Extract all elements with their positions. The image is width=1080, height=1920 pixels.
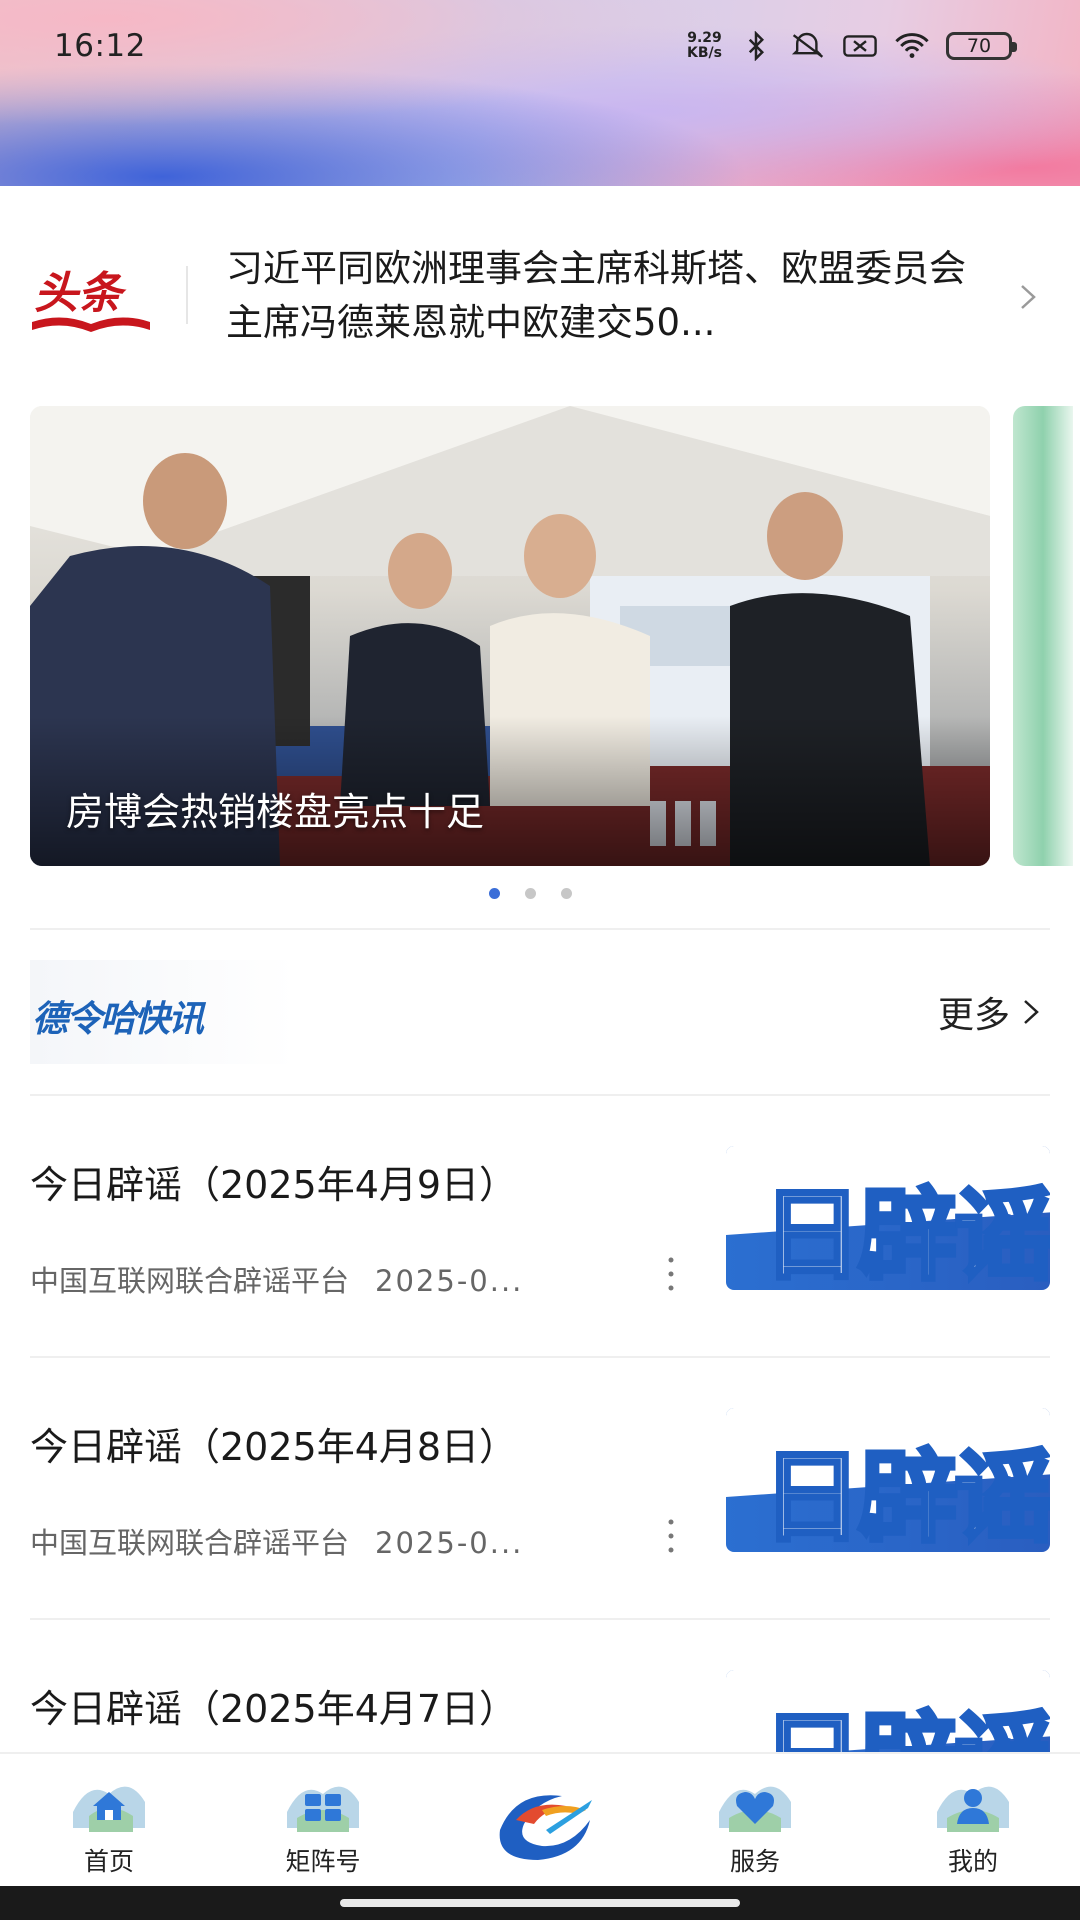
news-meta: 中国互联网联合辟谣平台 2025-0... xyxy=(30,1520,610,1562)
more-label: 更多 xyxy=(937,995,1010,1036)
bluetooth-icon xyxy=(748,31,765,61)
app-logo-icon[interactable] xyxy=(486,1780,596,1864)
list-item[interactable]: 今日辟谣（2025年4月8日） 中国互联网联合辟谣平台 2025-0... 日辟谣 xyxy=(30,1358,1050,1620)
carousel-dot[interactable] xyxy=(488,888,500,899)
nav-item-matrix[interactable]: 矩阵号 xyxy=(258,1772,388,1882)
carousel-indicator xyxy=(0,888,1080,899)
nav-item-mine[interactable]: 我的 xyxy=(908,1772,1038,1882)
headline-logo-icon: 头条 xyxy=(32,268,150,332)
news-meta: 中国互联网联合辟谣平台 2025-0... xyxy=(30,1258,610,1300)
section-logo-text: 德令哈快讯 xyxy=(32,998,204,1040)
news-thumbnail[interactable]: 日辟谣 xyxy=(726,1670,1050,1752)
section-logo: 德令哈快讯 xyxy=(30,960,296,1064)
home-icon xyxy=(73,1786,145,1832)
mute-icon xyxy=(791,32,824,58)
news-source: 中国互联网联合辟谣平台 xyxy=(30,1264,350,1298)
no-sim-icon xyxy=(843,35,877,57)
person-icon xyxy=(937,1786,1009,1832)
grid-icon xyxy=(287,1786,359,1832)
nav-label: 我的 xyxy=(947,1847,998,1876)
chevron-right-icon xyxy=(1024,1000,1039,1024)
list-item[interactable]: 今日辟谣（2025年4月7日） 日辟谣 xyxy=(30,1620,1050,1752)
status-icons: 9.29 KB/s 70 xyxy=(687,31,1017,61)
thumb-text: 日辟谣 xyxy=(760,1678,1050,1752)
nav-item-service[interactable]: 服务 xyxy=(690,1772,820,1882)
thumb-text: 日辟谣 xyxy=(760,1174,1050,1290)
thumb-text: 日辟谣 xyxy=(760,1436,1050,1552)
carousel-dot[interactable] xyxy=(524,888,536,899)
carousel-slide[interactable]: 房博会热销楼盘亮点十足 xyxy=(30,406,990,866)
nav-label: 首页 xyxy=(83,1847,134,1876)
nav-item-home[interactable]: 首页 xyxy=(44,1772,174,1882)
wifi-icon xyxy=(895,33,929,58)
headline-logo-text: 头条 xyxy=(34,268,127,319)
headline-text[interactable]: 习近平同欧洲理事会主席科斯塔、欧盟委员会主席冯德莱恩就中欧建交50... xyxy=(226,242,996,350)
network-speed: 9.29 KB/s xyxy=(687,31,722,61)
headline-banner[interactable]: 头条 习近平同欧洲理事会主席科斯塔、欧盟委员会主席冯德莱恩就中欧建交50... xyxy=(0,186,1080,406)
news-title[interactable]: 今日辟谣（2025年4月9日） xyxy=(30,1154,517,1209)
news-title[interactable]: 今日辟谣（2025年4月8日） xyxy=(30,1416,517,1471)
news-thumbnail[interactable]: 日辟谣 xyxy=(726,1408,1050,1552)
bottom-nav: 首页 矩阵号 服务 我的 xyxy=(0,1752,1080,1886)
carousel-next-slide[interactable] xyxy=(1013,406,1073,866)
more-button[interactable]: 更多 xyxy=(938,986,1042,1038)
slide-caption: 房博会热销楼盘亮点十足 xyxy=(66,790,485,834)
nav-label: 矩阵号 xyxy=(285,1847,361,1876)
divider xyxy=(186,266,188,324)
more-options-icon[interactable] xyxy=(666,1254,676,1294)
news-title[interactable]: 今日辟谣（2025年4月7日） xyxy=(30,1678,517,1733)
news-thumbnail[interactable]: 日辟谣 xyxy=(726,1146,1050,1290)
carousel-dot[interactable] xyxy=(560,888,572,899)
divider xyxy=(30,928,1050,930)
status-time: 16:12 xyxy=(54,28,146,64)
heart-icon xyxy=(719,1786,791,1832)
nav-label: 服务 xyxy=(729,1847,780,1876)
more-options-icon[interactable] xyxy=(666,1516,676,1556)
chevron-right-icon[interactable] xyxy=(1016,282,1040,312)
gesture-bar xyxy=(0,1886,1080,1920)
news-date: 2025-0... xyxy=(375,1526,524,1560)
status-bar: 16:12 9.29 KB/s 70 xyxy=(0,0,1080,92)
app-screen: 16:12 9.29 KB/s 70 头条 习近平同欧洲理事会主席科斯塔、欧盟委… xyxy=(0,0,1080,1920)
news-source: 中国互联网联合辟谣平台 xyxy=(30,1526,350,1560)
list-item[interactable]: 今日辟谣（2025年4月9日） 中国互联网联合辟谣平台 2025-0... 日辟谣 xyxy=(30,1096,1050,1358)
network-speed-unit: KB/s xyxy=(687,45,722,61)
news-date: 2025-0... xyxy=(375,1264,524,1298)
network-speed-value: 9.29 xyxy=(687,30,722,46)
battery-indicator: 70 xyxy=(946,32,1017,60)
home-gesture-handle[interactable] xyxy=(340,1899,740,1907)
